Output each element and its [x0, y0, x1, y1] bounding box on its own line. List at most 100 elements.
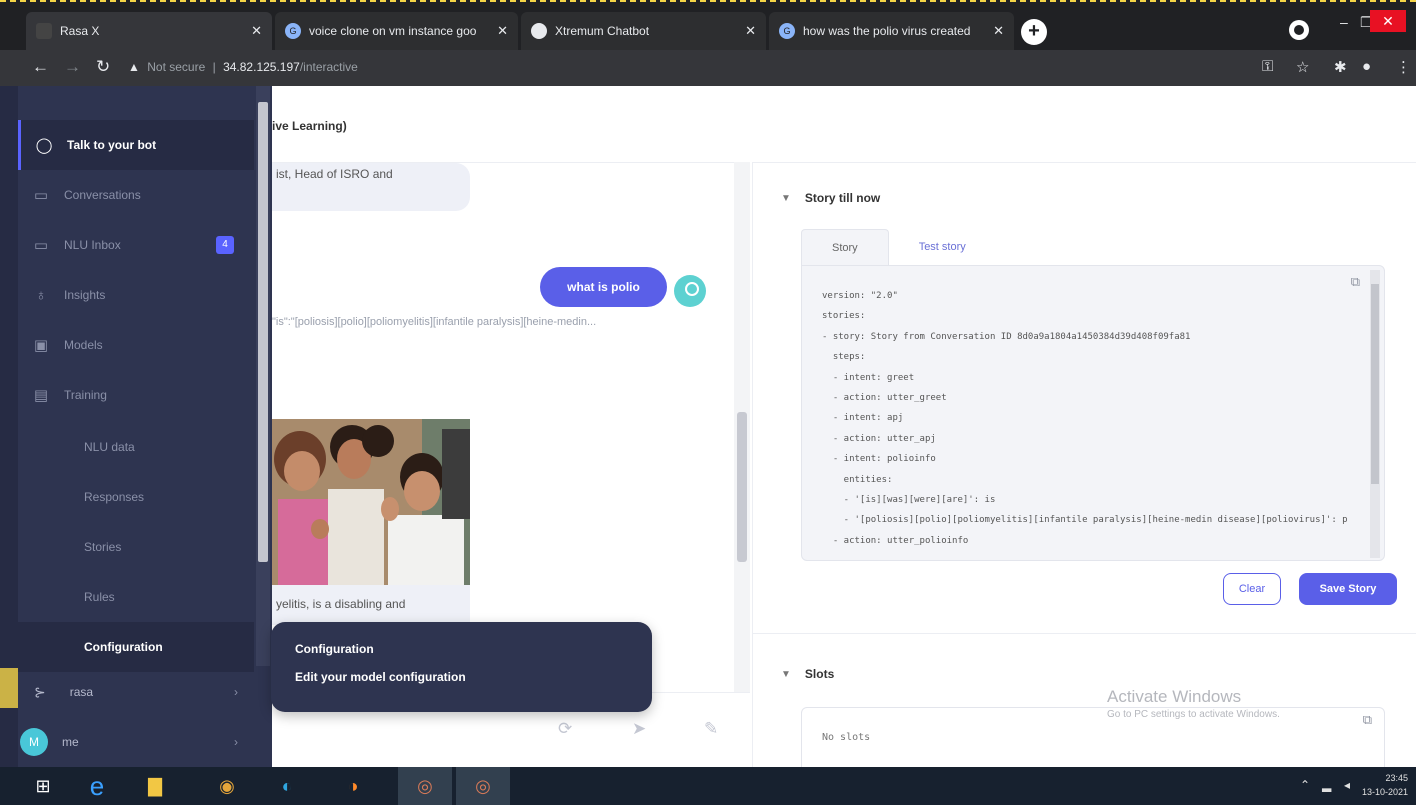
- chat-scrollbar-thumb[interactable]: [737, 412, 747, 562]
- windows-start-icon[interactable]: ⊞: [28, 773, 58, 799]
- google-favicon-icon: G: [285, 23, 301, 39]
- sidebar-item-nlu-inbox[interactable]: ▭ NLU Inbox 4: [18, 220, 254, 270]
- network-icon[interactable]: ▂: [1322, 778, 1331, 792]
- section-divider: [753, 633, 1416, 634]
- user-avatar-icon: [674, 275, 706, 307]
- pencil-icon[interactable]: ✎: [704, 719, 718, 739]
- yaml-line: steps:: [822, 352, 866, 363]
- branch-icon: ⊱: [34, 683, 46, 700]
- sidebar-subitem-stories[interactable]: Stories: [18, 522, 254, 572]
- edge-icon[interactable]: ◐: [272, 773, 302, 799]
- file-explorer-icon[interactable]: ▇: [140, 773, 170, 799]
- sidebar-scrollbar-thumb[interactable]: [258, 102, 268, 562]
- yaml-line: stories:: [822, 311, 866, 322]
- minimize-icon[interactable]: –: [1340, 14, 1348, 30]
- sidebar-item-conversations[interactable]: ▭ Conversations: [18, 170, 254, 220]
- key-icon[interactable]: ⚿: [1262, 58, 1273, 75]
- sidebar-subitem-responses[interactable]: Responses: [18, 472, 254, 522]
- save-story-button[interactable]: Save Story: [1299, 573, 1397, 605]
- menu-icon[interactable]: ⋮: [1396, 58, 1411, 76]
- story-panel: ▼ Story till now Story Test story versio…: [752, 162, 1416, 767]
- url-field[interactable]: ▲ Not secure | 34.82.125.197/interactive: [128, 60, 358, 74]
- tab-story[interactable]: Story: [801, 229, 889, 265]
- tab-label: voice clone on vm instance goo: [309, 24, 477, 38]
- close-tab-icon[interactable]: ✕: [745, 23, 756, 39]
- workspace-switcher[interactable]: ⊱ rasa ›: [0, 668, 254, 716]
- bot-message-text: ist, Head of ISRO and: [276, 167, 393, 181]
- sidebar-item-models[interactable]: ▣ Models: [18, 320, 254, 370]
- sidebar-subitem-label: Responses: [84, 490, 145, 504]
- firefox-icon[interactable]: ◑: [338, 773, 368, 799]
- account-icon[interactable]: ●: [1362, 58, 1371, 75]
- tab-polio-search[interactable]: G how was the polio virus created ✕: [769, 12, 1014, 50]
- children-photo-illustration: [272, 419, 470, 585]
- tab-test-story[interactable]: Test story: [889, 229, 996, 265]
- sidebar-subitem-nlu-data[interactable]: NLU data: [18, 422, 254, 472]
- close-tab-icon[interactable]: ✕: [993, 23, 1004, 39]
- copy-icon[interactable]: ⧉: [1363, 712, 1372, 728]
- entity-annotation[interactable]: "is":"[poliosis][polio][poliomyelitis][i…: [272, 316, 672, 328]
- url-path: /interactive: [299, 60, 358, 74]
- yaml-line: version: "2.0": [822, 291, 898, 301]
- slots-panel: No slots ⧉: [801, 707, 1385, 767]
- sidebar-item-label: Training: [64, 388, 107, 402]
- forward-icon[interactable]: →: [64, 57, 81, 77]
- chrome-profile-icon[interactable]: ◎: [468, 773, 498, 799]
- rasa-favicon-icon: [36, 23, 52, 39]
- user-name: me: [62, 735, 79, 749]
- tab-label: how was the polio virus created: [803, 24, 971, 38]
- page-title: ive Learning): [272, 119, 347, 133]
- send-icon[interactable]: ➤: [632, 719, 646, 739]
- bot-message: ist, Head of ISRO and: [272, 163, 470, 211]
- google-favicon-icon: G: [779, 23, 795, 39]
- sidebar-subitem-rules[interactable]: Rules: [18, 572, 254, 622]
- new-tab-button[interactable]: +: [1021, 19, 1047, 45]
- chevron-down-icon: ▼: [781, 192, 791, 204]
- watermark-subtitle: Go to PC settings to activate Windows.: [1107, 709, 1280, 720]
- sidebar-subitem-label: Configuration: [84, 640, 163, 654]
- inbox-icon: ▭: [33, 237, 49, 254]
- yaml-line: - action: utter_polioinfo: [822, 535, 969, 546]
- star-icon[interactable]: ☆: [1296, 58, 1309, 76]
- close-tab-icon[interactable]: ✕: [497, 23, 508, 39]
- tooltip-title: Configuration: [295, 642, 374, 656]
- close-window-button[interactable]: ✕: [1370, 10, 1406, 32]
- sidebar-item-talk-to-bot[interactable]: ◯ Talk to your bot: [18, 120, 254, 170]
- sidebar-subitem-label: NLU data: [84, 440, 135, 454]
- story-yaml-text[interactable]: version: "2.0" stories: - story: Story fro…: [822, 286, 1348, 551]
- tab-rasa-x[interactable]: Rasa X ✕: [26, 12, 272, 50]
- lightbulb-icon: ♁: [35, 286, 47, 304]
- tab-voice-clone[interactable]: G voice clone on vm instance goo ✕: [275, 12, 518, 50]
- sidebar-item-label: Models: [64, 338, 103, 352]
- tab-label: Rasa X: [60, 24, 100, 38]
- taskbar-clock[interactable]: 23:45 13-10-2021: [1362, 771, 1408, 799]
- story-yaml-editor[interactable]: version: "2.0" stories: - story: Story fro…: [801, 265, 1385, 561]
- reload-icon[interactable]: ↻: [96, 57, 110, 77]
- back-icon[interactable]: ←: [32, 57, 49, 77]
- user-menu[interactable]: M me ›: [0, 718, 254, 766]
- speaker-icon[interactable]: ◂: [1344, 778, 1350, 792]
- tab-xtremum-chatbot[interactable]: Xtremum Chatbot ✕: [521, 12, 766, 50]
- copy-icon[interactable]: ⧉: [1351, 274, 1360, 290]
- bot-message-text: yelitis, is a disabling and: [276, 597, 406, 611]
- url-host: 34.82.125.197: [223, 60, 300, 74]
- windows-taskbar: ⊞ e ▇ ◉ ◐ ◑ ◎ ◎ ⌃ ▂ ◂ 23:45 13-10-2021: [0, 767, 1416, 805]
- extensions-icon[interactable]: ✱: [1334, 58, 1347, 76]
- yaml-line: entities:: [822, 474, 893, 485]
- tray-chevron-icon[interactable]: ⌃: [1300, 778, 1310, 792]
- internet-explorer-icon[interactable]: e: [82, 771, 112, 801]
- story-scrollbar-thumb[interactable]: [1371, 284, 1379, 484]
- sidebar-subitem-configuration[interactable]: Configuration: [18, 622, 254, 672]
- sidebar-item-training[interactable]: ▤ Training: [18, 370, 254, 420]
- restart-icon[interactable]: ⟳: [558, 719, 572, 739]
- chat-bubble-icon: ◯: [35, 137, 53, 154]
- story-section-header[interactable]: ▼ Story till now: [781, 191, 880, 205]
- sidebar-item-insights[interactable]: ♁ Insights: [18, 270, 254, 320]
- profile-icon[interactable]: [1289, 20, 1309, 40]
- slots-section-header[interactable]: ▼ Slots: [781, 667, 834, 681]
- chrome-icon[interactable]: ◉: [212, 773, 242, 799]
- chrome-profile-icon[interactable]: ◎: [410, 773, 440, 799]
- close-tab-icon[interactable]: ✕: [251, 23, 262, 39]
- clear-button[interactable]: Clear: [1223, 573, 1281, 605]
- story-section-title: Story till now: [804, 191, 881, 205]
